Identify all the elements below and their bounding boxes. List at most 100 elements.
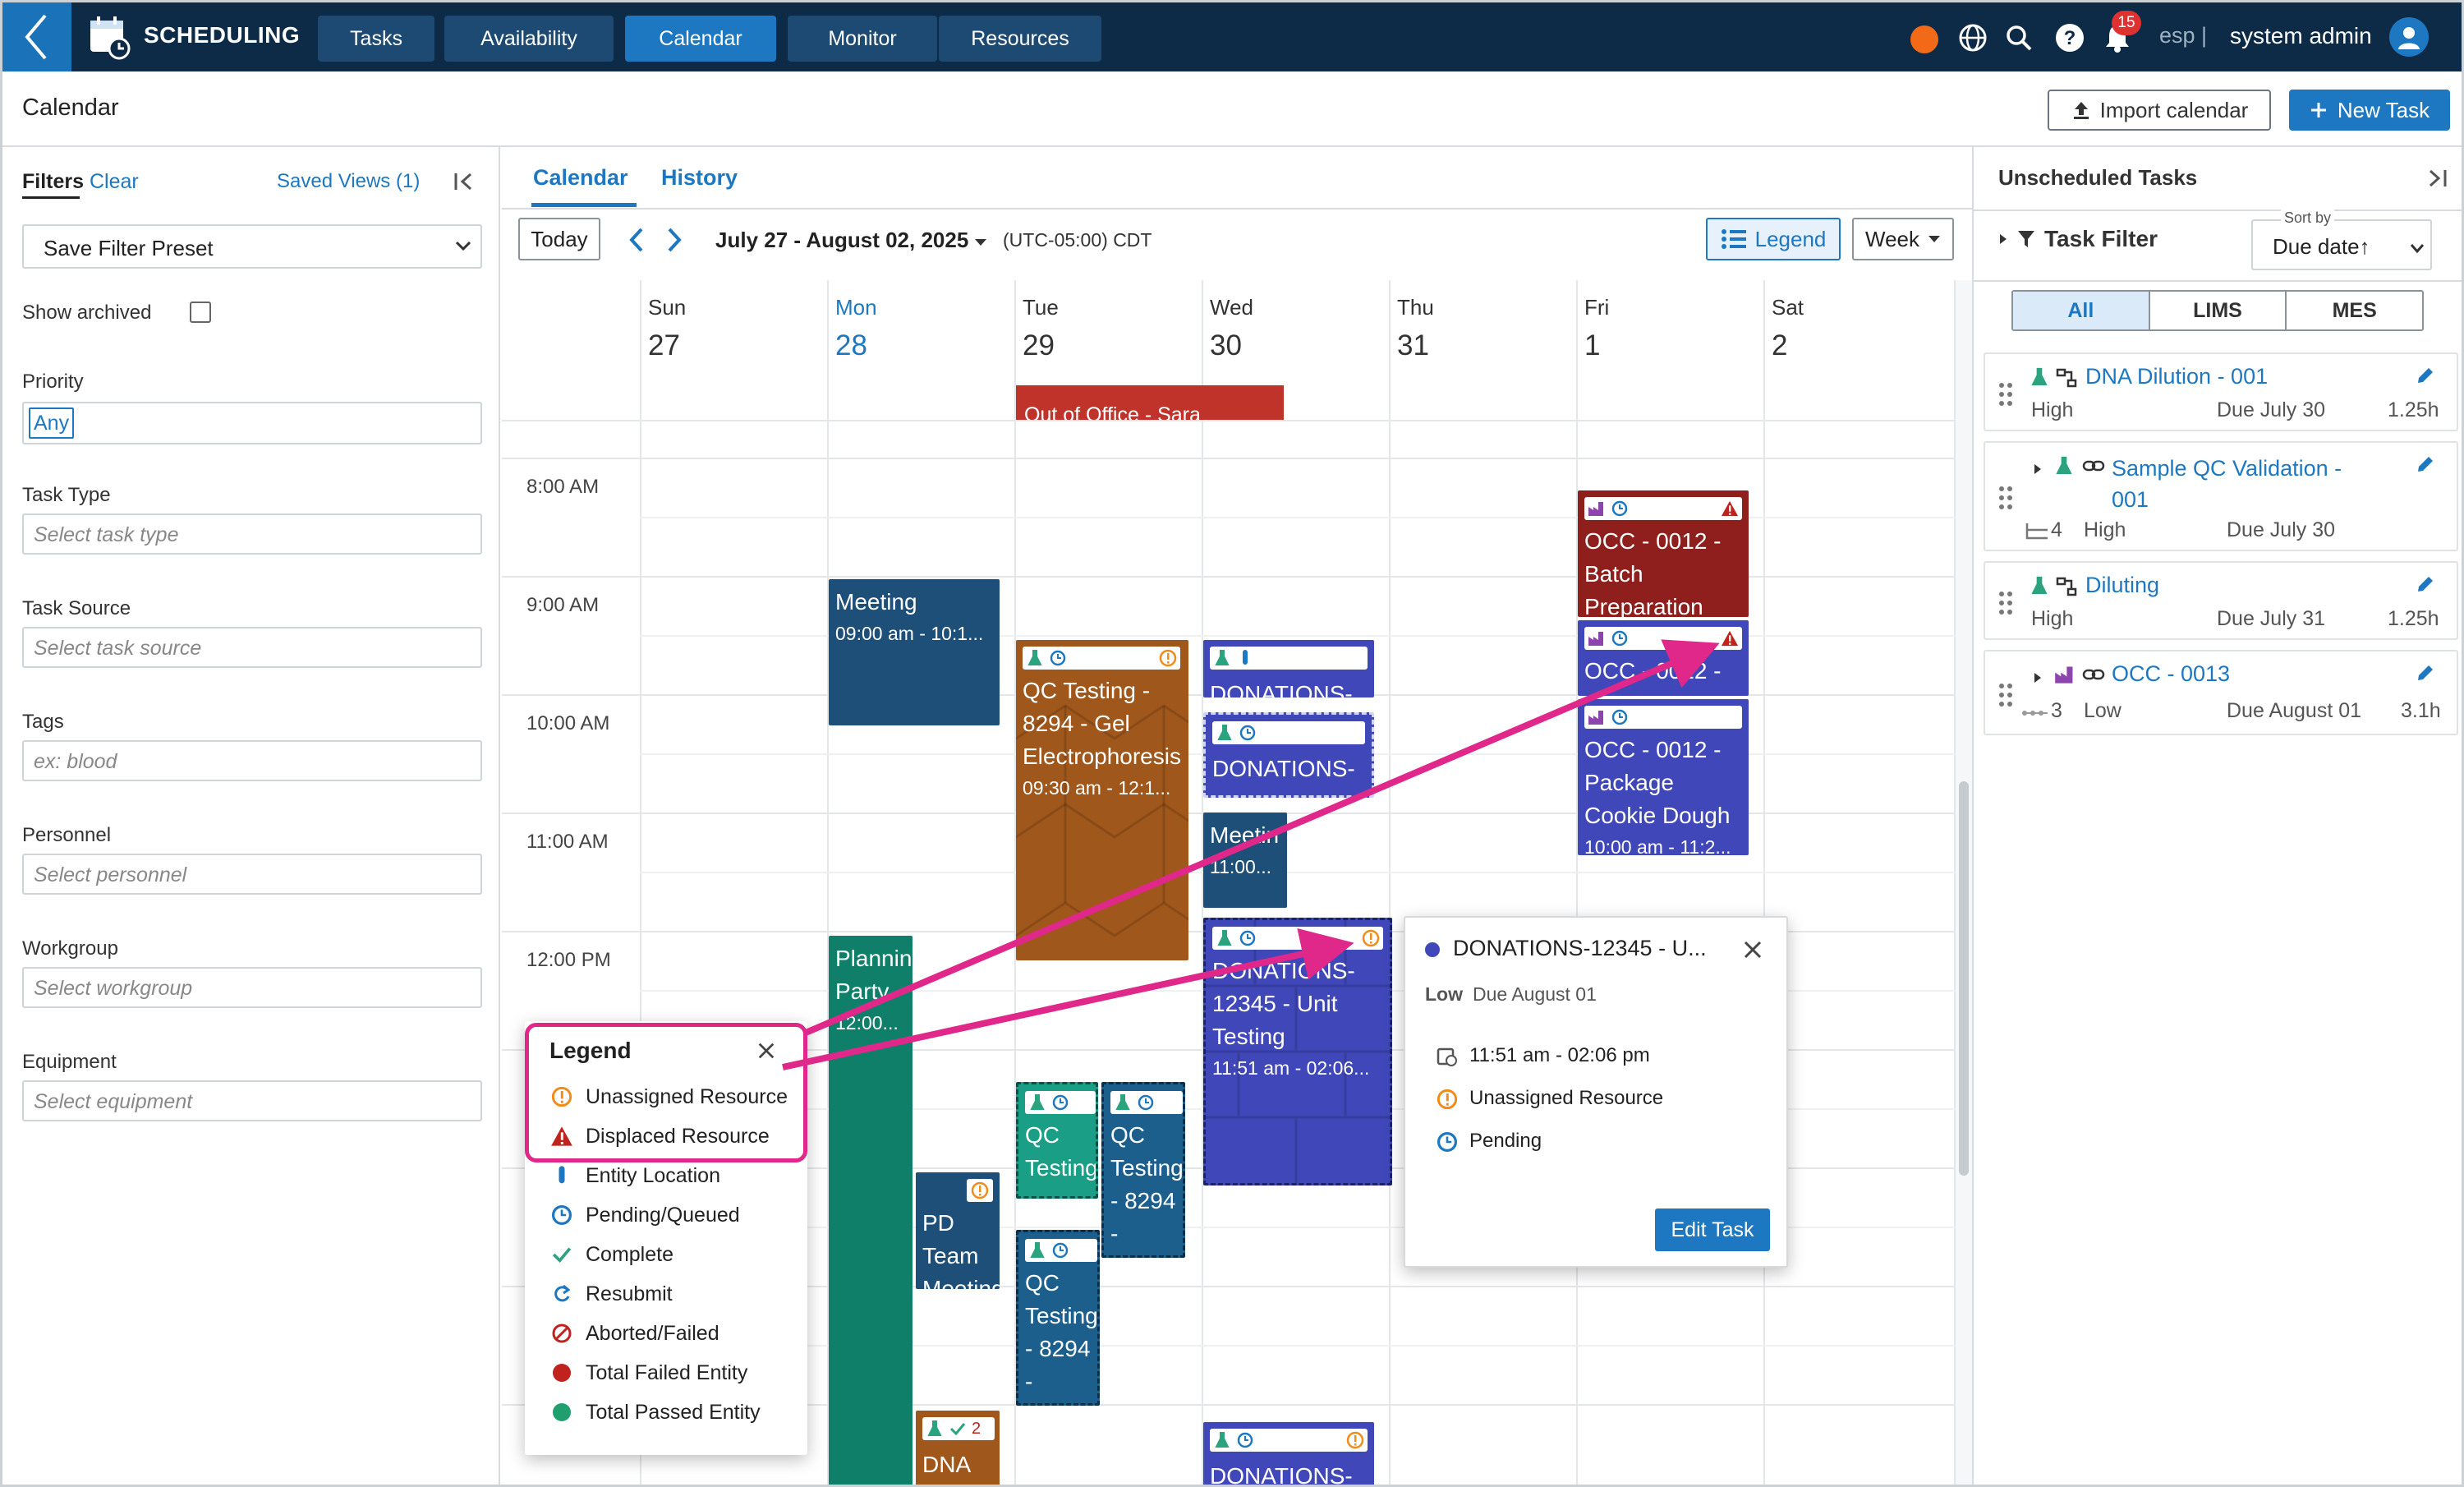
- back-button[interactable]: [2, 2, 71, 71]
- event-meeting[interactable]: Meeting 09:00 am - 10:1...: [829, 579, 1000, 725]
- segment-lims[interactable]: LIMS: [2150, 292, 2287, 329]
- caret-down-icon[interactable]: [973, 237, 988, 247]
- event-qc-testing-gel[interactable]: QC Testing - 8294 - Gel Electrophoresis 0…: [1016, 640, 1188, 960]
- show-archived-checkbox[interactable]: [190, 302, 211, 323]
- personnel-field[interactable]: Select personnel: [22, 854, 482, 895]
- clear-filters-link[interactable]: Clear: [90, 170, 139, 194]
- day-num-tue: 29: [1023, 329, 1055, 361]
- avatar[interactable]: [2389, 17, 2429, 57]
- calendar-tabs: Calendar History: [502, 147, 1972, 209]
- event-dna[interactable]: 2 DNA: [916, 1411, 1000, 1485]
- edit-task-button[interactable]: Edit Task: [1655, 1208, 1770, 1251]
- user-name[interactable]: system admin: [2230, 23, 2372, 49]
- nav-tab-tasks[interactable]: Tasks: [318, 16, 434, 62]
- today-button[interactable]: Today: [518, 218, 600, 260]
- import-calendar-button[interactable]: Import calendar: [2048, 90, 2271, 131]
- nav-tab-resources[interactable]: Resources: [939, 16, 1101, 62]
- task-card[interactable]: Sample QC Validation - 001 4 High Due Ju…: [1984, 441, 2458, 551]
- workflow-icon: [2056, 368, 2077, 388]
- task-card[interactable]: OCC - 0013 3 Low Due August 01 3.1h: [1984, 650, 2458, 735]
- legend-button[interactable]: Legend: [1706, 218, 1841, 260]
- collapse-right-icon[interactable]: [2425, 167, 2448, 190]
- collapse-left-icon[interactable]: [453, 170, 476, 193]
- warning-triangle-icon: [1721, 629, 1739, 647]
- day-name-mon: Mon: [835, 295, 877, 320]
- edit-pencil-icon[interactable]: [2416, 454, 2435, 474]
- event-qc-testing-8294[interactable]: QC Testing - 8294 -: [1016, 1230, 1100, 1406]
- event-planning-party[interactable]: Planning Party 12:00...: [829, 936, 913, 1485]
- task-name[interactable]: Sample QC Validation - 001: [2112, 453, 2383, 515]
- event-occ[interactable]: OCC - 0012 -: [1578, 620, 1749, 696]
- legend-item-label: Resubmit: [586, 1282, 673, 1305]
- edit-pencil-icon[interactable]: [2416, 574, 2435, 594]
- nav-tab-monitor[interactable]: Monitor: [788, 16, 937, 62]
- clock-icon: [1051, 1093, 1069, 1112]
- event-donations[interactable]: DONATIONS-: [1203, 640, 1374, 697]
- priority-field[interactable]: Any: [22, 402, 482, 444]
- event-qc-testing-8294[interactable]: QC Testing - 8294 -: [1101, 1082, 1185, 1258]
- new-task-button[interactable]: New Task: [2289, 90, 2450, 131]
- saved-views-link[interactable]: Saved Views (1): [277, 170, 420, 193]
- equipment-label: Equipment: [22, 1051, 117, 1073]
- equipment-field[interactable]: Select equipment: [22, 1080, 482, 1121]
- status-dot-icon[interactable]: [1910, 25, 1938, 53]
- event-occ-batch[interactable]: OCC - 0012 - Batch Preparation: [1578, 490, 1749, 617]
- task-type-field[interactable]: Select task type: [22, 513, 482, 555]
- drag-handle-icon[interactable]: [1998, 683, 2013, 707]
- task-duration: 1.25h: [2388, 607, 2439, 630]
- task-name[interactable]: OCC - 0013: [2112, 661, 2230, 687]
- event-icon-bar: [1025, 1091, 1096, 1114]
- task-card[interactable]: Diluting High Due July 31 1.25h: [1984, 561, 2458, 640]
- prev-week-icon[interactable]: [625, 226, 648, 254]
- close-icon[interactable]: [1742, 939, 1763, 960]
- popover-status: Pending: [1469, 1130, 1542, 1152]
- nav-tab-calendar[interactable]: Calendar: [625, 16, 776, 62]
- event-qc-testing[interactable]: QC Testing: [1016, 1082, 1098, 1199]
- edit-pencil-icon[interactable]: [2416, 663, 2435, 683]
- priority-chip[interactable]: Any: [29, 407, 75, 439]
- event-donations[interactable]: DONATIONS-: [1203, 712, 1374, 798]
- tab-history[interactable]: History: [661, 165, 738, 191]
- task-name[interactable]: Diluting: [2085, 573, 2159, 598]
- all-day-event[interactable]: Out of Office - Sara: [1016, 385, 1284, 420]
- date-range[interactable]: July 27 - August 02, 2025: [715, 228, 968, 253]
- workgroup-field[interactable]: Select workgroup: [22, 967, 482, 1008]
- task-card[interactable]: DNA Dilution - 001 High Due July 30 1.25…: [1984, 352, 2458, 431]
- task-name[interactable]: DNA Dilution - 001: [2085, 364, 2268, 389]
- event-title-text: Meetin: [1210, 822, 1280, 848]
- event-meeting-wed[interactable]: Meetin 11:00...: [1203, 813, 1287, 908]
- link-icon: [2082, 669, 2105, 680]
- view-select[interactable]: Week: [1852, 218, 1954, 260]
- tab-calendar[interactable]: Calendar: [533, 165, 628, 191]
- sort-by-select[interactable]: Sort by Due date↑: [2251, 209, 2432, 270]
- grid-line: [640, 517, 1956, 518]
- task-filter-toggle[interactable]: Task Filter: [1998, 226, 2158, 252]
- event-donations[interactable]: DONATIONS-: [1203, 1422, 1374, 1485]
- caret-right-icon[interactable]: [2033, 671, 2043, 684]
- edit-pencil-icon[interactable]: [2416, 366, 2435, 385]
- drag-handle-icon[interactable]: [1998, 486, 2013, 510]
- globe-icon[interactable]: [1957, 22, 1988, 53]
- drag-handle-icon[interactable]: [1998, 591, 2013, 615]
- language-switch[interactable]: esp |: [2159, 23, 2207, 48]
- event-occ-package[interactable]: OCC - 0012 - Package Cookie Dough 10:00 a…: [1578, 699, 1749, 855]
- event-pd-team[interactable]: PD Team Meeting: [916, 1172, 1000, 1289]
- scrollbar-thumb[interactable]: [1959, 781, 1969, 1176]
- tags-field[interactable]: ex: blood: [22, 740, 482, 781]
- next-week-icon[interactable]: [663, 226, 686, 254]
- task-source-field[interactable]: Select task source: [22, 627, 482, 668]
- drag-handle-icon[interactable]: [1998, 382, 2013, 407]
- help-icon[interactable]: ?: [2054, 22, 2085, 53]
- segment-all[interactable]: All: [2013, 292, 2150, 329]
- segment-mes[interactable]: MES: [2287, 292, 2422, 329]
- legend-item-label: Pending/Queued: [586, 1203, 740, 1227]
- search-icon[interactable]: [2003, 22, 2034, 53]
- nav-tab-availability[interactable]: Availability: [444, 16, 614, 62]
- workgroup-label: Workgroup: [22, 937, 118, 960]
- lab-flask-icon: [926, 1420, 944, 1438]
- event-donations-12345[interactable]: DONATIONS-12345 - Unit Testing 11:51 am -…: [1203, 918, 1392, 1185]
- calendar-clock-icon: [1437, 1047, 1457, 1066]
- caret-right-icon[interactable]: [2033, 463, 2043, 476]
- unscheduled-panel: Unscheduled Tasks Task Filter Sort by Du…: [1972, 147, 2462, 1485]
- filter-preset-select[interactable]: Save Filter Preset: [22, 224, 482, 269]
